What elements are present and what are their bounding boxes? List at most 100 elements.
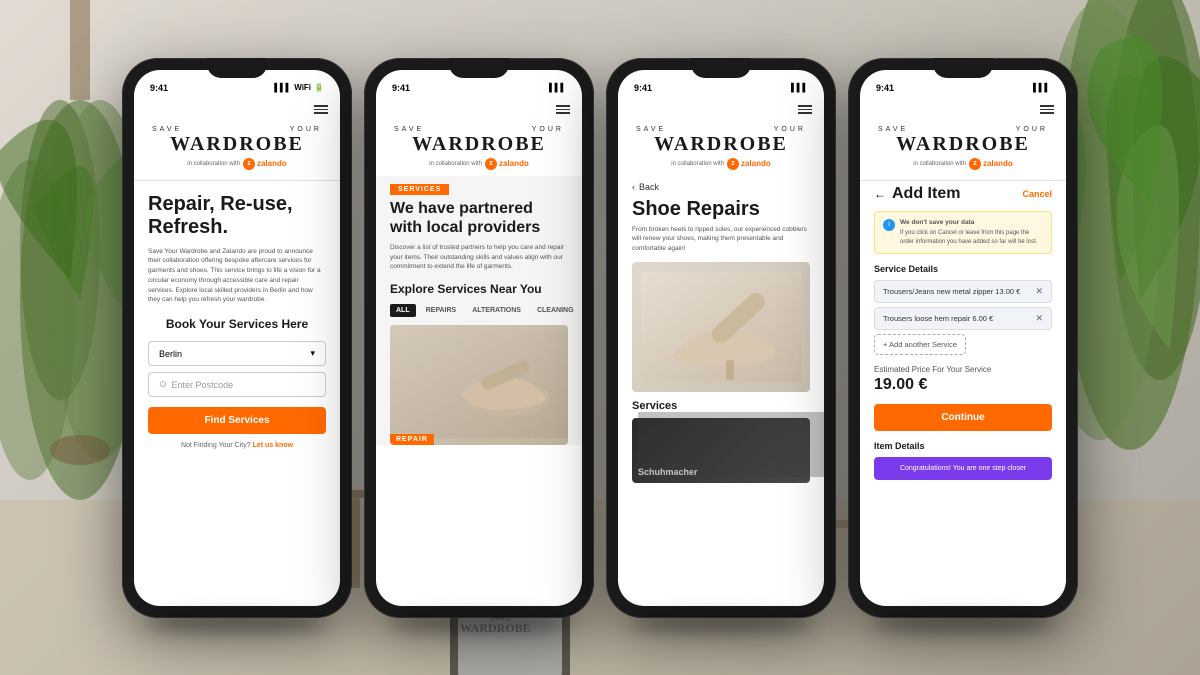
hamburger-menu-4[interactable] bbox=[1040, 105, 1054, 114]
brand-wardrobe-2: WARDROBE bbox=[386, 133, 572, 156]
info-banner: i We don't save your data If you click o… bbox=[874, 211, 1052, 255]
postcode-input[interactable]: ⊙ Enter Postcode bbox=[148, 372, 326, 397]
phone-2: 9:41 ▌▌▌ SAVE YOUR WARDROBE bbox=[364, 58, 594, 618]
brand-save-your-1: SAVE YOUR bbox=[144, 126, 330, 133]
screen3-body: From broken heels to ripped soles, our e… bbox=[618, 225, 824, 254]
phone-1: 9:41 ▌▌▌ WiFi 🔋 SAVE YOUR bbox=[122, 58, 352, 618]
info-text: We don't save your data If you click on … bbox=[900, 218, 1043, 248]
hamburger-menu-2[interactable] bbox=[556, 105, 570, 114]
filter-cleaning[interactable]: CLEANING bbox=[531, 304, 580, 317]
signal-icon: ▌▌▌ bbox=[274, 83, 291, 92]
screen1-content: Repair, Re-use, Refresh. Save Your Wardr… bbox=[134, 185, 340, 458]
brand-collab-4: in collaboration with zalando bbox=[870, 158, 1056, 170]
brand-wardrobe-1: WARDROBE bbox=[144, 133, 330, 156]
success-banner: Congratulations! You are one step closer bbox=[874, 457, 1052, 480]
screen1-hero: Repair, Re-use, Refresh. bbox=[148, 193, 326, 239]
zalando-text-2: zalando bbox=[499, 159, 529, 168]
cancel-button[interactable]: Cancel bbox=[1022, 189, 1052, 199]
repair-badge: REPAIR bbox=[390, 434, 434, 445]
brand-collab-1: in collaboration with zalando bbox=[144, 158, 330, 170]
hamburger-menu-3[interactable] bbox=[798, 105, 812, 114]
add-item-title: Add Item bbox=[892, 185, 960, 203]
screen3-hero: Shoe Repairs bbox=[618, 198, 824, 221]
time-2: 9:41 bbox=[392, 83, 410, 93]
brand-header-2: SAVE YOUR WARDROBE in collaboration with… bbox=[376, 122, 582, 176]
screen4-content: ← Add Item Cancel i We don't save your d… bbox=[860, 185, 1066, 481]
background: SAVE WARDROBE 9:41 ▌▌▌ WiFi 🔋 bbox=[0, 0, 1200, 675]
remove-service-1-button[interactable]: ✕ bbox=[1035, 286, 1043, 297]
continue-button[interactable]: Continue bbox=[874, 404, 1052, 431]
wifi-icon: WiFi bbox=[294, 83, 311, 92]
zalando-text-4: zalando bbox=[983, 159, 1013, 168]
remove-service-2-button[interactable]: ✕ bbox=[1035, 313, 1043, 324]
brand-save-your-3: SAVE YOUR bbox=[628, 126, 814, 133]
brand-wardrobe-4: WARDROBE bbox=[870, 133, 1056, 156]
screen2-image: REPAIR bbox=[390, 325, 568, 445]
hamburger-menu-1[interactable] bbox=[314, 105, 328, 114]
zalando-logo-1: zalando bbox=[243, 158, 287, 170]
filter-alterations[interactable]: ALTERATIONS bbox=[466, 304, 527, 317]
zalando-icon-4 bbox=[969, 158, 981, 170]
nav-bar-2 bbox=[376, 98, 582, 122]
chevron-down-icon: ▾ bbox=[310, 348, 315, 359]
phones-container: 9:41 ▌▌▌ WiFi 🔋 SAVE YOUR bbox=[0, 0, 1200, 675]
phone-screen-1: 9:41 ▌▌▌ WiFi 🔋 SAVE YOUR bbox=[134, 70, 340, 606]
zalando-icon-1 bbox=[243, 158, 255, 170]
price-section: Estimated Price For Your Service 19.00 € bbox=[874, 365, 1052, 394]
zalando-text-1: zalando bbox=[257, 159, 287, 168]
phone-screen-3: 9:41 ▌▌▌ SAVE YOUR WARDROBE bbox=[618, 70, 824, 606]
phone-notch-3 bbox=[691, 58, 751, 78]
city-dropdown[interactable]: Berlin ▾ bbox=[148, 341, 326, 366]
screen3-shoe-image bbox=[632, 262, 810, 392]
add-another-service-button[interactable]: + Add another Service bbox=[874, 334, 966, 355]
brand-save-your-2: SAVE YOUR bbox=[386, 126, 572, 133]
brand-save-your-4: SAVE YOUR bbox=[870, 126, 1056, 133]
let-us-know-link[interactable]: Let us know bbox=[253, 442, 293, 449]
phone-3: 9:41 ▌▌▌ SAVE YOUR WARDROBE bbox=[606, 58, 836, 618]
nav-bar-4 bbox=[860, 98, 1066, 122]
brand-header-1: SAVE YOUR WARDROBE in collaboration with… bbox=[134, 122, 340, 176]
status-icons-4: ▌▌▌ bbox=[1033, 83, 1050, 92]
filter-tabs: ALL REPAIRS ALTERATIONS CLEANING bbox=[376, 304, 582, 317]
signal-icon-2: ▌▌▌ bbox=[549, 83, 566, 92]
services-tag: SERVICES bbox=[390, 184, 449, 195]
signal-icon-4: ▌▌▌ bbox=[1033, 83, 1050, 92]
phone-4: 9:41 ▌▌▌ SAVE YOUR WARDROBE bbox=[848, 58, 1078, 618]
status-icons-3: ▌▌▌ bbox=[791, 83, 808, 92]
nav-bar-1 bbox=[134, 98, 340, 122]
time-4: 9:41 bbox=[876, 83, 894, 93]
phone-screen-4: 9:41 ▌▌▌ SAVE YOUR WARDROBE bbox=[860, 70, 1066, 606]
price-value: 19.00 € bbox=[874, 376, 1052, 394]
screen1-footer: Not Finding Your City? Let us know bbox=[148, 442, 326, 449]
brand-header-3: SAVE YOUR WARDROBE in collaboration with… bbox=[618, 122, 824, 176]
zalando-icon-3 bbox=[727, 158, 739, 170]
filter-all[interactable]: ALL bbox=[390, 304, 416, 317]
zalando-icon-2 bbox=[485, 158, 497, 170]
price-label: Estimated Price For Your Service bbox=[874, 365, 1052, 374]
item-details-label: Item Details bbox=[874, 441, 1052, 451]
zalando-logo-2: zalando bbox=[485, 158, 529, 170]
zalando-logo-3: zalando bbox=[727, 158, 771, 170]
service-details-label: Service Details bbox=[874, 264, 1052, 274]
status-icons-1: ▌▌▌ WiFi 🔋 bbox=[274, 83, 324, 92]
battery-icon: 🔋 bbox=[314, 83, 324, 92]
phone-notch-4 bbox=[933, 58, 993, 78]
service-card-schuhmacher[interactable]: Schuhmacher bbox=[632, 418, 810, 483]
back-chevron-icon: ‹ bbox=[632, 182, 635, 192]
phone-notch-1 bbox=[207, 58, 267, 78]
filter-repairs[interactable]: REPAIRS bbox=[420, 304, 463, 317]
status-icons-2: ▌▌▌ bbox=[549, 83, 566, 92]
phone-screen-2: 9:41 ▌▌▌ SAVE YOUR WARDROBE bbox=[376, 70, 582, 606]
brand-header-4: SAVE YOUR WARDROBE in collaboration with… bbox=[860, 122, 1066, 176]
find-services-button[interactable]: Find Services bbox=[148, 407, 326, 434]
back-navigation[interactable]: ‹ Back bbox=[618, 176, 824, 198]
info-icon: i bbox=[883, 219, 895, 231]
back-arrow-icon: ← bbox=[874, 187, 886, 201]
time-1: 9:41 bbox=[150, 83, 168, 93]
screen2-body: Discover a list of trusted partners to h… bbox=[376, 243, 582, 272]
screen1-body: Save Your Wardrobe and Zalando are proud… bbox=[148, 247, 326, 306]
service-tag-2: Trousers loose hem repair 6.00 € ✕ bbox=[874, 307, 1052, 330]
location-icon: ⊙ bbox=[159, 379, 167, 390]
screen4-header: ← Add Item Cancel bbox=[874, 185, 1052, 203]
screen3-services-label: Services bbox=[618, 400, 824, 412]
